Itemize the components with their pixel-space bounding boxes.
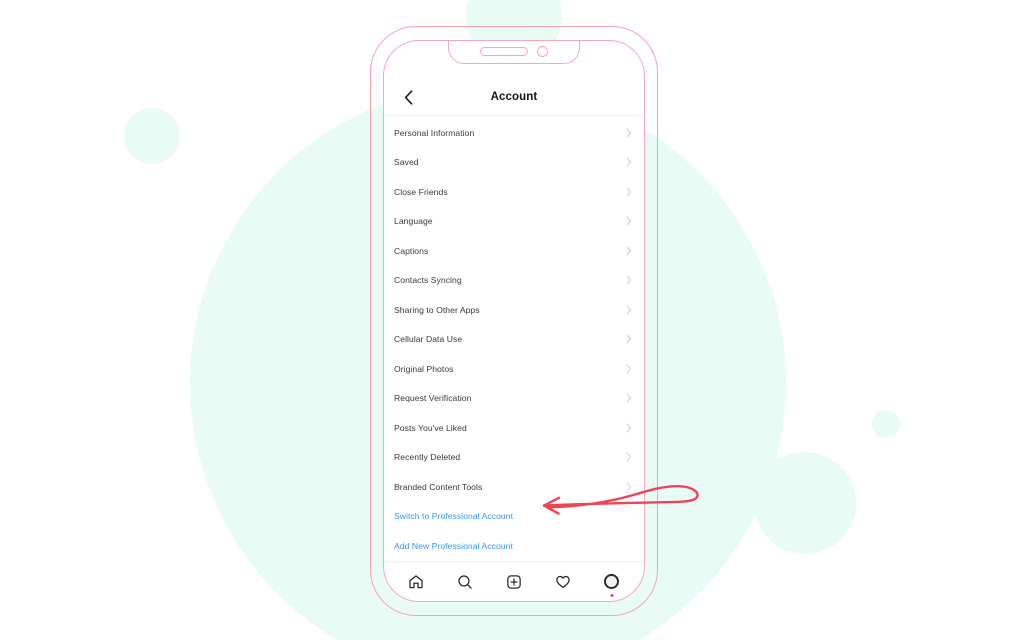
notification-dot	[610, 593, 614, 597]
bottom-navigation-bar	[384, 561, 644, 601]
list-item[interactable]: Saved	[384, 148, 644, 178]
chevron-right-icon	[626, 157, 632, 167]
list-item[interactable]: Add New Professional Account	[384, 531, 644, 561]
app-header: Account	[384, 79, 644, 115]
background-blob-small-right	[872, 410, 900, 438]
phone-device: Account Personal Information Saved Close F…	[383, 40, 645, 602]
list-item-label: Branded Content Tools	[394, 481, 483, 492]
list-item[interactable]: Request Verification	[384, 384, 644, 414]
activity-heart-icon[interactable]	[550, 569, 576, 595]
list-item-label: Add New Professional Account	[394, 540, 513, 551]
list-item-label: Cellular Data Use	[394, 334, 463, 345]
page-title: Account	[490, 91, 538, 103]
list-item-label: Contacts Syncing	[394, 275, 462, 286]
background-blob-bottom-right	[754, 452, 856, 554]
list-item[interactable]: Personal Information	[384, 118, 644, 148]
list-item[interactable]: Switch to Professional Account	[384, 502, 644, 532]
list-item[interactable]: Close Friends	[384, 177, 644, 207]
list-item[interactable]: Sharing to Other Apps	[384, 295, 644, 325]
list-item[interactable]: Captions	[384, 236, 644, 266]
avatar-ring	[604, 574, 620, 589]
profile-avatar-icon[interactable]	[599, 569, 625, 597]
list-item-label: Language	[394, 216, 433, 227]
list-item[interactable]: Branded Content Tools	[384, 472, 644, 502]
chevron-right-icon	[626, 246, 632, 256]
chevron-right-icon	[626, 305, 632, 315]
list-item-label: Original Photos	[394, 363, 454, 374]
list-item[interactable]: Language	[384, 207, 644, 237]
list-item-label: Captions	[394, 245, 429, 256]
chevron-right-icon	[626, 275, 632, 285]
add-post-icon[interactable]	[501, 569, 527, 595]
list-item-label: Sharing to Other Apps	[394, 304, 480, 315]
search-icon[interactable]	[452, 569, 478, 595]
scene-canvas: Account Personal Information Saved Close F…	[0, 0, 1024, 640]
list-item-label: Request Verification	[394, 393, 472, 404]
list-item[interactable]: Contacts Syncing	[384, 266, 644, 296]
settings-list: Personal Information Saved Close Friends La…	[384, 116, 644, 561]
chevron-right-icon	[626, 452, 632, 462]
chevron-right-icon	[626, 334, 632, 344]
home-icon[interactable]	[403, 569, 429, 595]
list-item-label: Posts You've Liked	[394, 422, 467, 433]
chevron-right-icon	[626, 364, 632, 374]
list-item[interactable]: Posts You've Liked	[384, 413, 644, 443]
list-item[interactable]: Recently Deleted	[384, 443, 644, 473]
list-item-label: Close Friends	[394, 186, 448, 197]
chevron-right-icon	[626, 128, 632, 138]
chevron-right-icon	[626, 423, 632, 433]
list-item-label: Personal Information	[394, 127, 475, 138]
list-item[interactable]: Cellular Data Use	[384, 325, 644, 355]
chevron-right-icon	[626, 393, 632, 403]
back-chevron-icon[interactable]	[398, 87, 418, 107]
background-blob-small-left	[124, 108, 180, 164]
chevron-right-icon	[626, 216, 632, 226]
list-item[interactable]: Original Photos	[384, 354, 644, 384]
chevron-right-icon	[626, 482, 632, 492]
list-item-label: Switch to Professional Account	[394, 511, 514, 522]
phone-screen: Account Personal Information Saved Close F…	[384, 41, 644, 601]
list-item-label: Saved	[394, 157, 419, 168]
list-item-label: Recently Deleted	[394, 452, 461, 463]
chevron-right-icon	[626, 187, 632, 197]
